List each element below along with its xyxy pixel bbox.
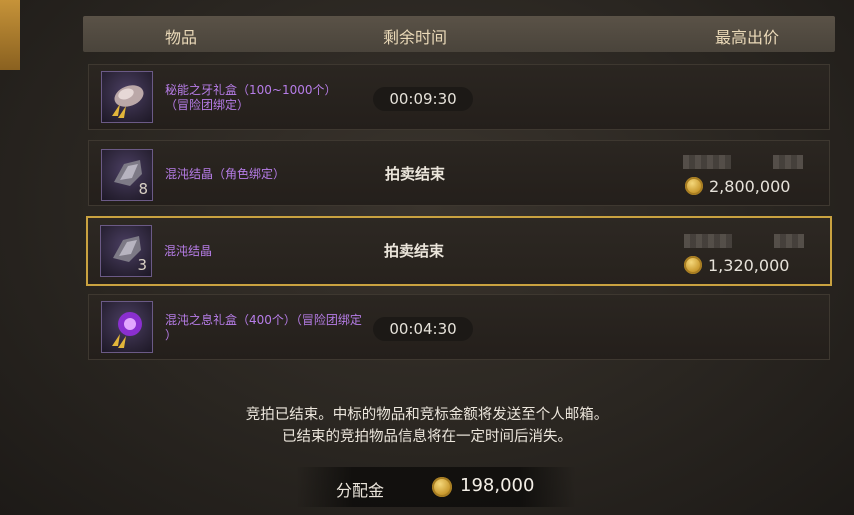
notice-line-1: 竞拍已结束。中标的物品和竞标金额将发送至个人邮箱。 — [245, 407, 609, 423]
auction-row-3[interactable]: 3 混沌结晶 拍卖结束 1,320,000 — [86, 216, 832, 286]
distribution-gold-amount: 198,000 — [460, 475, 535, 496]
item-name: 混沌结晶 — [164, 244, 213, 258]
highest-bid: 1,320,000 — [684, 256, 789, 275]
auction-status: 拍卖结束 — [384, 242, 445, 260]
auction-ended-notice: 竞拍已结束。中标的物品和竞标金额将发送至个人邮箱。 已结束的竞拍物品信息将在一定… — [0, 404, 854, 448]
crystal-icon: 3 — [100, 225, 152, 277]
bidder-name-redacted — [683, 155, 731, 169]
item-quantity: 8 — [138, 180, 148, 198]
notice-line-2: 已结束的竞拍物品信息将在一定时间后消失。 — [282, 429, 572, 445]
bidder-server-redacted — [773, 155, 803, 169]
item-quantity: 3 — [137, 256, 147, 274]
remaining-time: 00:04:30 — [373, 317, 473, 341]
bid-amount: 2,800,000 — [709, 177, 791, 196]
bid-amount: 1,320,000 — [708, 256, 790, 275]
bidder-server-redacted — [774, 234, 804, 248]
item-name: 秘能之牙礼盒（100~1000个） — [165, 83, 337, 97]
gem-box-icon — [101, 71, 153, 123]
auction-row-4[interactable]: 混沌之息礼盒（400个）（冒险团绑定 ） 00:04:30 — [88, 294, 830, 360]
remaining-time: 00:09:30 — [373, 87, 473, 111]
auction-row-1[interactable]: 秘能之牙礼盒（100~1000个） （冒险团绑定） 00:09:30 — [88, 64, 830, 130]
item-name: 混沌结晶（角色绑定） — [165, 167, 286, 181]
auction-table-header: 物品 剩余时间 最高出价 — [83, 16, 835, 52]
orb-box-icon — [101, 301, 153, 353]
highest-bid: 2,800,000 — [685, 177, 790, 196]
distribution-gold-bar: 分配金 198,000 — [296, 467, 576, 507]
left-edge-accent — [0, 0, 20, 70]
gold-coin-icon — [432, 477, 452, 497]
auction-row-2[interactable]: 8 混沌结晶（角色绑定） 拍卖结束 2,800,000 — [88, 140, 830, 206]
gold-coin-icon — [685, 177, 703, 195]
item-name-bind: （冒险团绑定） — [165, 98, 250, 112]
bidder-name-redacted — [684, 234, 732, 248]
crystal-icon: 8 — [101, 149, 153, 201]
item-name: 混沌之息礼盒（400个）（冒险团绑定 — [165, 313, 362, 327]
auction-status: 拍卖结束 — [385, 165, 446, 183]
gold-coin-icon — [684, 256, 702, 274]
item-name-bind: ） — [165, 328, 178, 342]
header-item: 物品 — [165, 28, 198, 47]
header-highest-bid: 最高出价 — [715, 28, 780, 47]
distribution-gold-label: 分配金 — [336, 481, 385, 500]
header-remaining-time: 剩余时间 — [383, 28, 448, 47]
